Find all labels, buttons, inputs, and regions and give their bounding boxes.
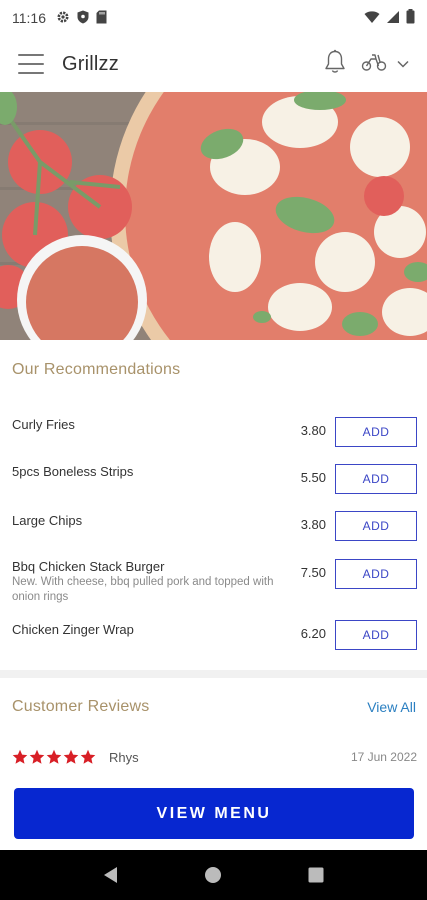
sd-card-icon bbox=[96, 10, 107, 27]
recents-icon[interactable] bbox=[296, 855, 336, 895]
hero-food-image bbox=[0, 92, 427, 340]
add-button[interactable]: ADD bbox=[335, 464, 417, 494]
chevron-down-icon bbox=[397, 55, 409, 73]
add-button[interactable]: ADD bbox=[335, 417, 417, 447]
star-icon bbox=[29, 749, 45, 764]
status-bar: 11:16 bbox=[0, 0, 427, 36]
item-price: 7.50 bbox=[300, 565, 326, 580]
review-date: 17 Jun 2022 bbox=[350, 750, 417, 764]
star-icon bbox=[80, 749, 96, 764]
item-price: 5.50 bbox=[300, 470, 326, 485]
item-price: 3.80 bbox=[300, 517, 326, 532]
add-button[interactable]: ADD bbox=[335, 620, 417, 650]
home-icon[interactable] bbox=[193, 855, 233, 895]
app-bar: Grillzz bbox=[0, 36, 427, 92]
shield-icon bbox=[77, 10, 89, 27]
star-icon bbox=[12, 749, 28, 764]
back-icon[interactable] bbox=[91, 855, 131, 895]
recommendations-title: Our Recommendations bbox=[12, 361, 181, 378]
item-name: Chicken Zinger Wrap bbox=[12, 622, 134, 637]
signal-icon bbox=[386, 10, 400, 27]
item-name: Large Chips bbox=[12, 513, 83, 528]
item-price: 3.80 bbox=[300, 423, 326, 438]
reviewer-name: Rhys bbox=[109, 749, 139, 765]
add-button[interactable]: ADD bbox=[335, 559, 417, 589]
system-nav-bar bbox=[0, 850, 427, 900]
notification-bell-icon[interactable] bbox=[323, 49, 347, 80]
settings-gear-icon bbox=[56, 10, 70, 27]
wifi-icon bbox=[364, 10, 380, 27]
star-icon bbox=[46, 749, 62, 764]
scooter-icon bbox=[361, 52, 387, 77]
view-all-link[interactable]: View All bbox=[367, 699, 416, 715]
app-title: Grillzz bbox=[62, 52, 119, 75]
hamburger-menu-icon[interactable] bbox=[18, 54, 44, 74]
item-name: 5pcs Boneless Strips bbox=[12, 464, 134, 479]
view-menu-button[interactable]: VIEW MENU bbox=[14, 788, 414, 839]
item-price: 6.20 bbox=[300, 626, 326, 641]
status-time: 11:16 bbox=[12, 10, 46, 26]
star-rating bbox=[12, 749, 96, 765]
review-item: Rhys 17 Jun 2022 bbox=[12, 746, 417, 768]
item-name: Curly Fries bbox=[12, 417, 75, 432]
battery-icon bbox=[406, 9, 415, 27]
customer-reviews-title: Customer Reviews bbox=[12, 698, 150, 715]
item-name: Bbq Chicken Stack Burger bbox=[12, 559, 165, 574]
add-button[interactable]: ADD bbox=[335, 511, 417, 541]
delivery-scooter-dropdown[interactable] bbox=[361, 52, 409, 77]
item-description: New. With cheese, bbq pulled pork and to… bbox=[12, 576, 274, 603]
section-divider bbox=[0, 670, 427, 678]
star-icon bbox=[63, 749, 79, 764]
